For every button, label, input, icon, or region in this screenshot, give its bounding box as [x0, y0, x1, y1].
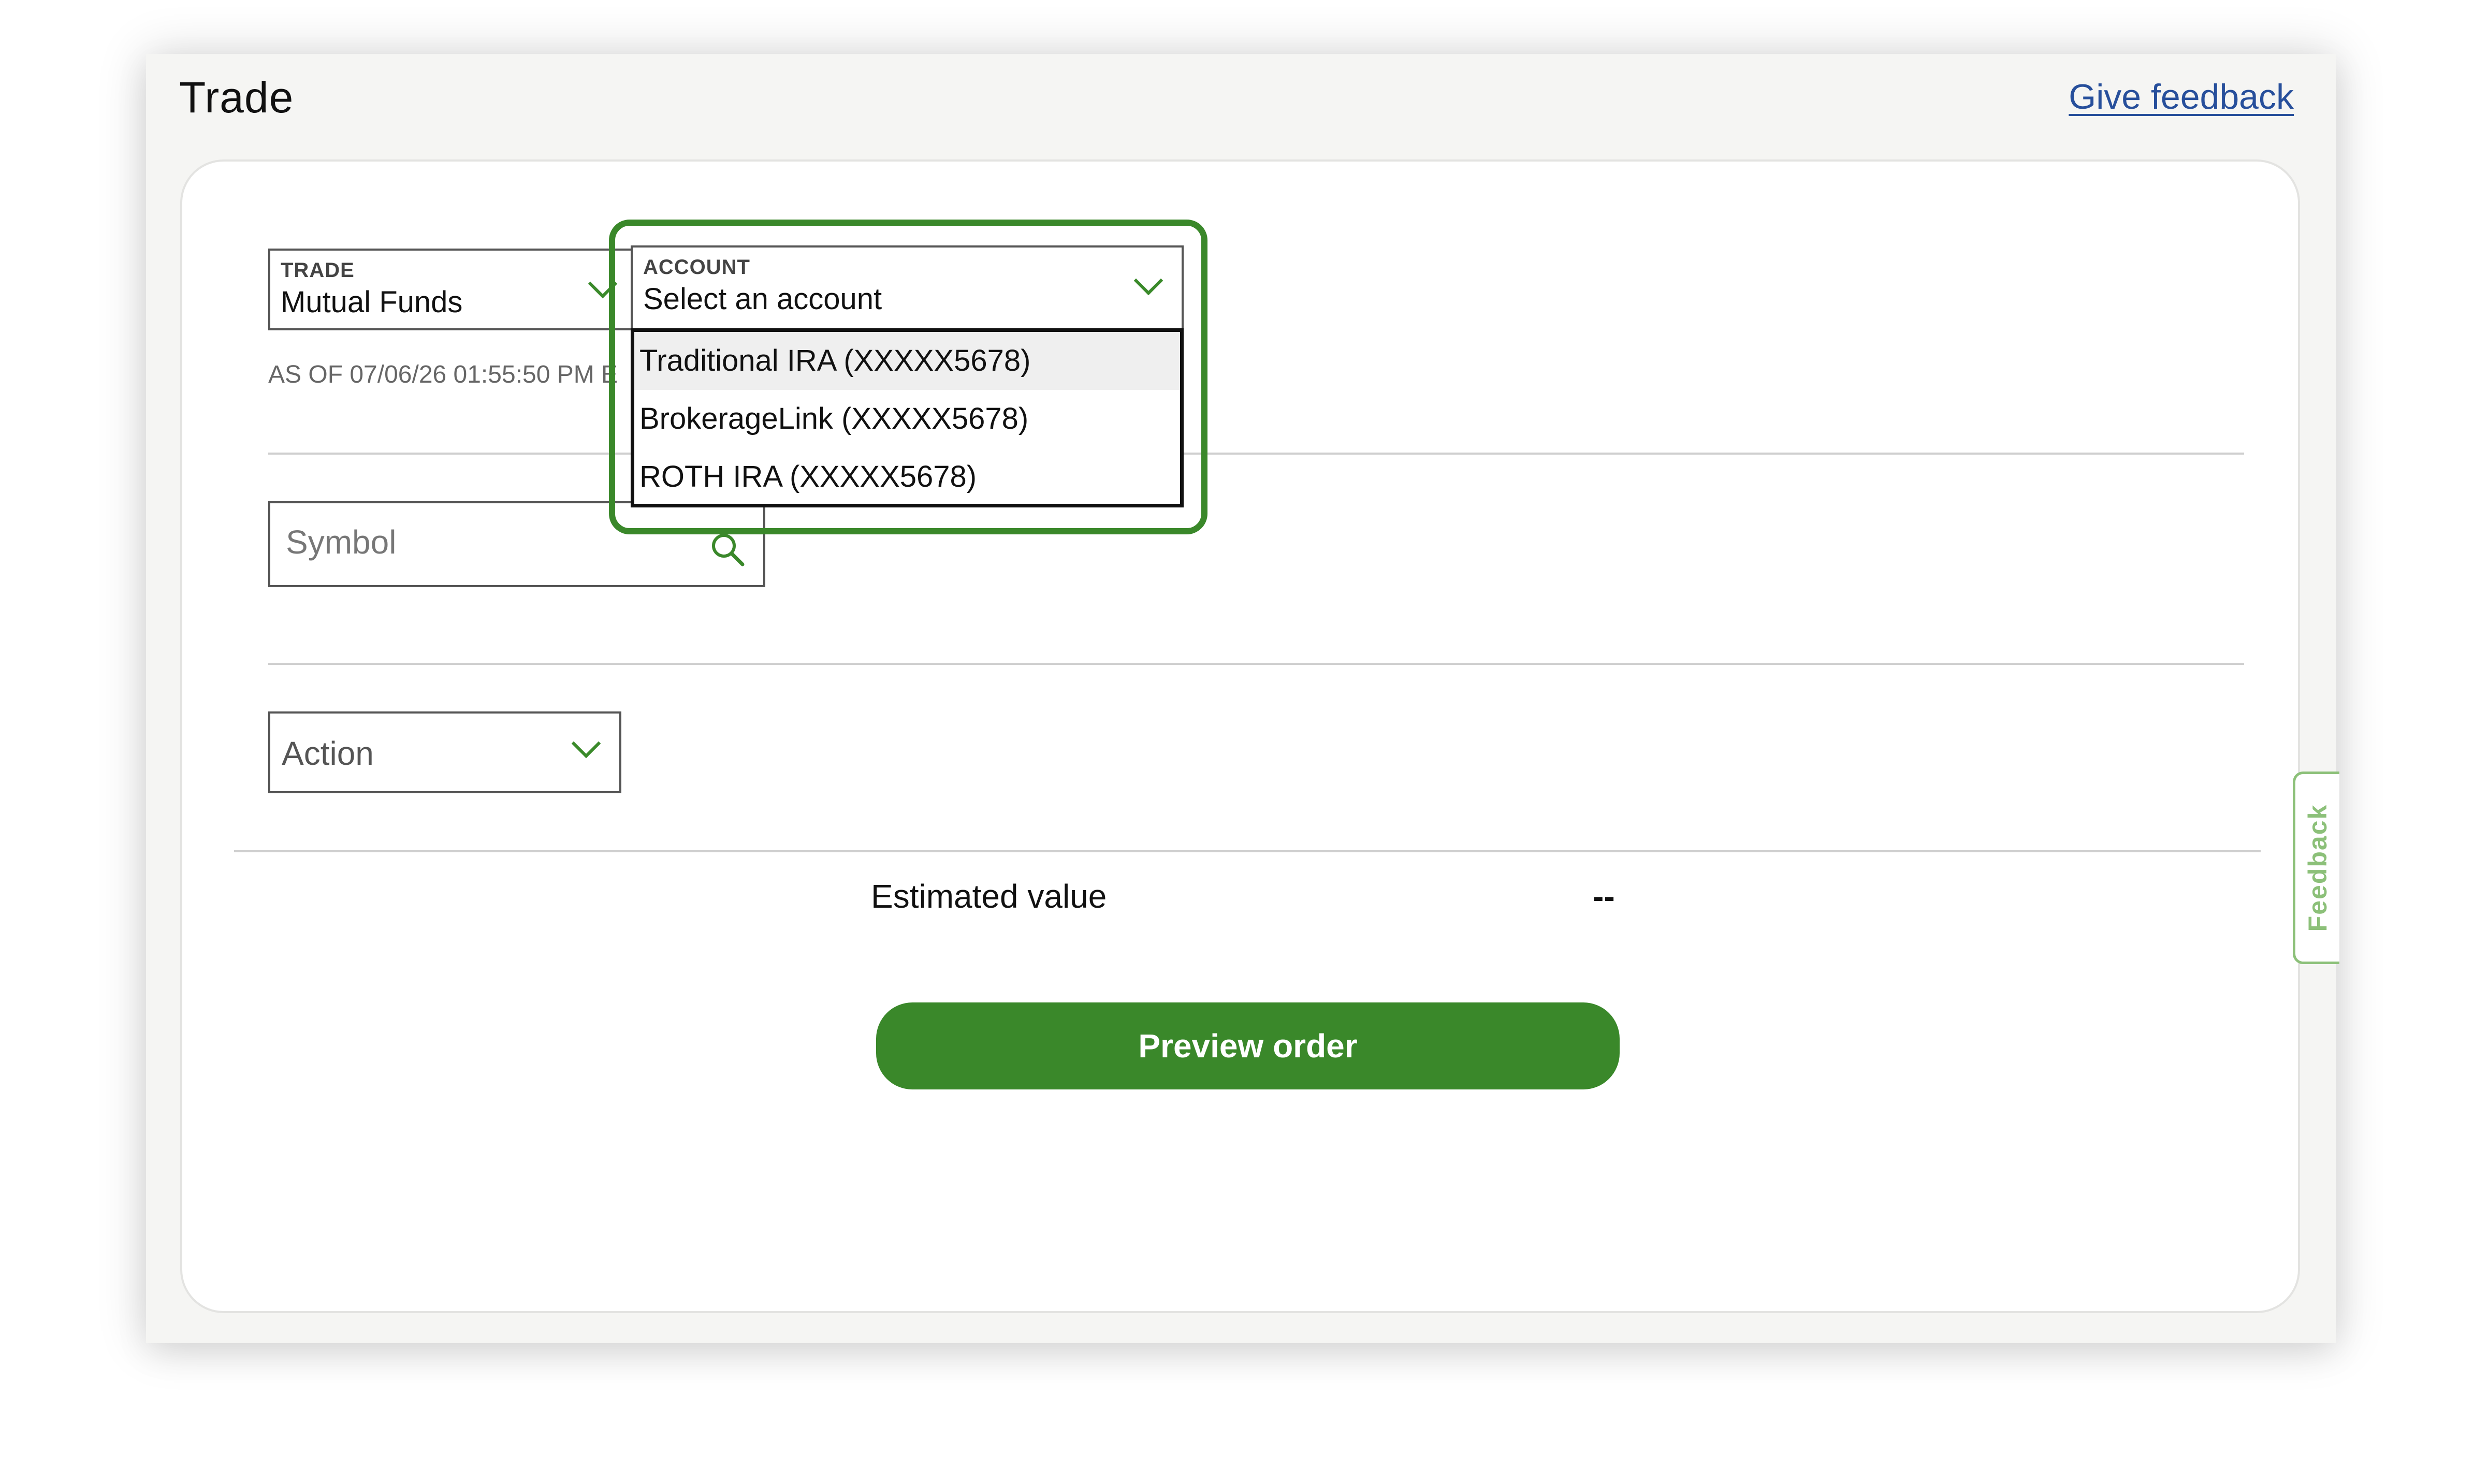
divider [268, 663, 2244, 665]
search-icon[interactable] [707, 529, 749, 571]
chevron-down-icon [571, 729, 601, 759]
account-option-roth-ira[interactable]: ROTH IRA (XXXXX5678) [634, 448, 1180, 504]
account-option-brokeragelink[interactable]: BrokerageLink (XXXXX5678) [634, 390, 1180, 448]
account-select[interactable]: ACCOUNT Select an account [631, 245, 1184, 330]
divider [268, 453, 2244, 455]
divider [234, 850, 2261, 852]
feedback-tab-label: Feedback [2303, 804, 2332, 932]
give-feedback-link[interactable]: Give feedback [2069, 77, 2294, 117]
action-select[interactable]: Action [268, 711, 621, 793]
trade-type-value: Mutual Funds [281, 285, 463, 319]
trade-type-label: TRADE [281, 259, 355, 282]
symbol-placeholder: Symbol [286, 523, 397, 561]
account-option-traditional-ira[interactable]: Traditional IRA (XXXXX5678) [634, 332, 1180, 390]
trade-type-select[interactable]: TRADE Mutual Funds [268, 249, 635, 330]
account-value: Select an account [643, 282, 882, 316]
account-select-inner: ACCOUNT Select an account [633, 248, 1182, 328]
account-options-list: Traditional IRA (XXXXX5678) BrokerageLin… [631, 328, 1184, 507]
account-label: ACCOUNT [643, 256, 750, 279]
as-of-timestamp: AS OF 07/06/26 01:55:50 PM E [268, 361, 618, 388]
page-title: Trade [179, 73, 294, 122]
trade-card: TRADE Mutual Funds AS OF 07/06/26 01:55:… [180, 159, 2300, 1313]
feedback-tab[interactable]: Feedback [2293, 772, 2339, 964]
trade-panel: Trade Give feedback TRADE Mutual Funds A… [146, 54, 2336, 1343]
estimated-value-label: Estimated value [871, 878, 1107, 915]
preview-order-button[interactable]: Preview order [876, 1002, 1620, 1089]
estimated-value: -- [1593, 878, 1615, 915]
action-value: Action [282, 735, 374, 772]
